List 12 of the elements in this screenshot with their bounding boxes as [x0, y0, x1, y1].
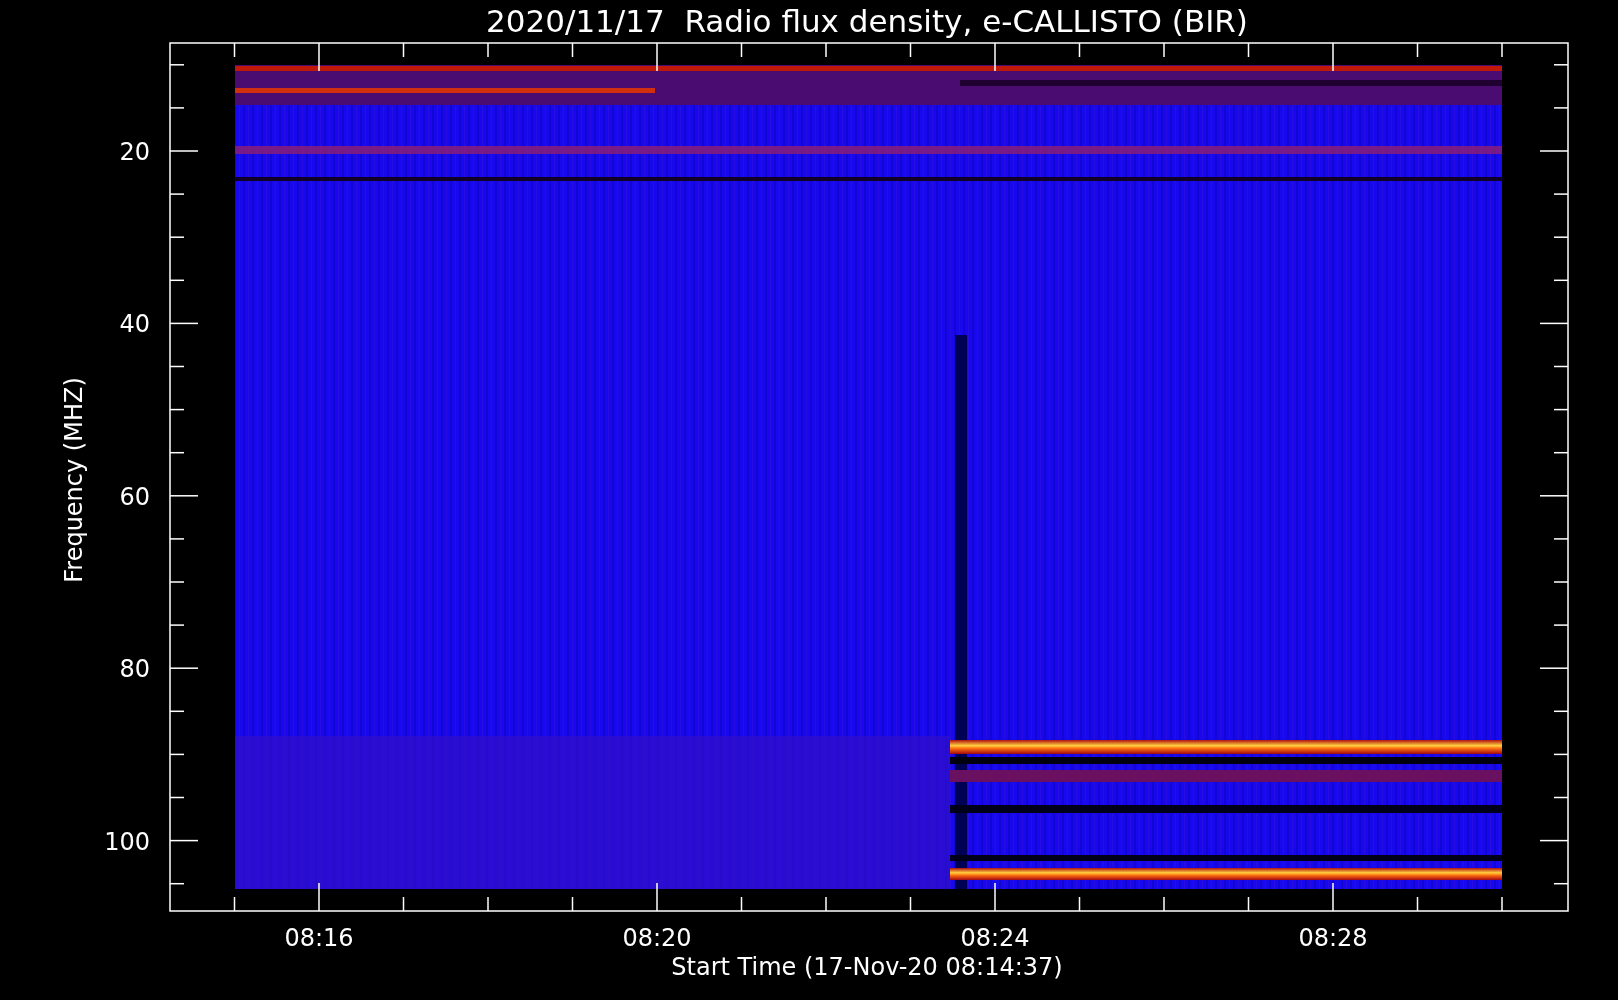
tick-label: 80: [119, 655, 150, 684]
tick-label: 08:20: [622, 924, 692, 952]
plot-title: 2020/11/17 Radio flux density, e-CALLISTO (BIR): [486, 3, 1248, 39]
tick-label: 60: [119, 482, 150, 511]
axis-label: Start Time (17-Nov-20 08:14:37): [671, 953, 1063, 981]
tick-label: 20: [119, 138, 150, 166]
tick-label: 40: [119, 310, 150, 339]
tick-label: 100: [104, 827, 150, 856]
tick-label: 08:24: [960, 924, 1030, 952]
tick-label: 08:16: [284, 924, 354, 952]
tick-label: 08:28: [1298, 924, 1368, 952]
axis-label: Frequency (MHZ): [60, 377, 88, 583]
